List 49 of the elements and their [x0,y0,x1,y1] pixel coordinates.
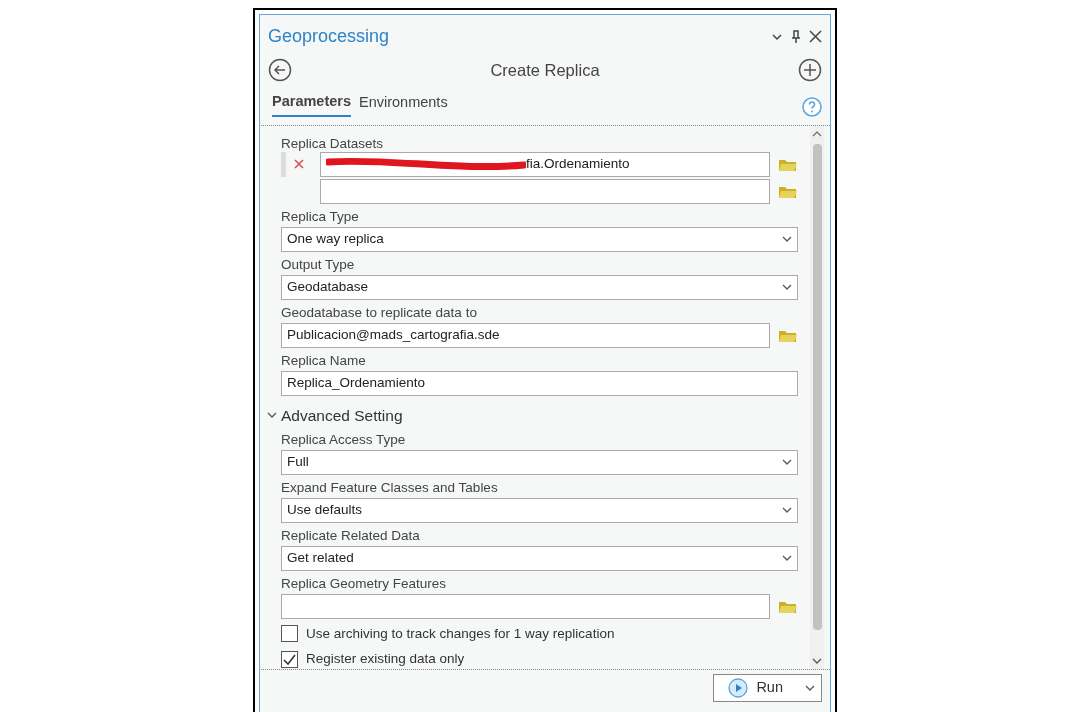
checkbox[interactable] [281,650,298,668]
remove-icon[interactable] [294,159,304,169]
field-label: Replica Access Type [281,430,407,448]
scroll-down-icon[interactable] [812,656,822,665]
field-label: Geodatabase to replicate data to [281,303,478,321]
pin-icon[interactable] [791,29,801,44]
caret-icon [782,235,792,243]
close-icon[interactable] [809,30,822,43]
chevron-icon[interactable] [267,411,277,420]
field-label: Replica Geometry Features [281,574,448,592]
chevron-icon[interactable] [771,31,783,42]
input-field[interactable]: Publicacion@mads_cartografia.sde [281,322,770,348]
caret-icon [782,554,792,563]
add-icon[interactable] [798,58,822,83]
tab[interactable]: Environments [359,90,448,117]
help-icon[interactable] [802,96,822,117]
field-label: Expand Feature Classes and Tables [281,478,499,496]
back-icon[interactable] [268,58,292,83]
run-button[interactable]: Run [713,673,822,702]
dropdown[interactable]: Geodatabase [281,274,798,300]
input-field[interactable] [320,178,770,204]
caret-icon [782,458,792,467]
checkbox[interactable] [281,625,298,643]
caret-icon [805,683,815,692]
pane-title: Geoprocessing [268,25,391,48]
play-icon [728,677,749,698]
dropdown[interactable]: One way replica [281,226,798,252]
checkbox-label: Use archiving to track changes for 1 way replication [306,624,615,643]
section-heading[interactable]: Advanced Setting [281,403,403,427]
dropdown[interactable]: Use defaults [281,497,798,523]
checkbox-label: Register existing data only [306,650,465,668]
scroll-up-icon[interactable] [812,129,822,138]
tab[interactable]: Parameters [272,90,351,117]
caret-icon [782,506,792,515]
input-field[interactable]: Replica_Ordenamiento [281,370,798,396]
field-label: Replicate Related Data [281,526,421,544]
caret-icon [782,283,792,291]
scrollbar-thumb[interactable] [812,143,822,630]
scrollbar[interactable] [810,125,824,669]
field-label: Output Type [281,255,356,273]
dropdown[interactable]: Get related [281,545,798,571]
tool-title: Create Replica [489,60,601,81]
dropdown[interactable]: Full [281,449,798,475]
field-label: Replica Name [281,351,367,369]
field-label: Replica Datasets [281,134,385,152]
input-field[interactable] [281,593,770,619]
input-field[interactable]: fia.Ordenamiento [320,151,770,177]
drag-handle[interactable] [281,151,286,177]
field-label: Replica Type [281,207,360,225]
